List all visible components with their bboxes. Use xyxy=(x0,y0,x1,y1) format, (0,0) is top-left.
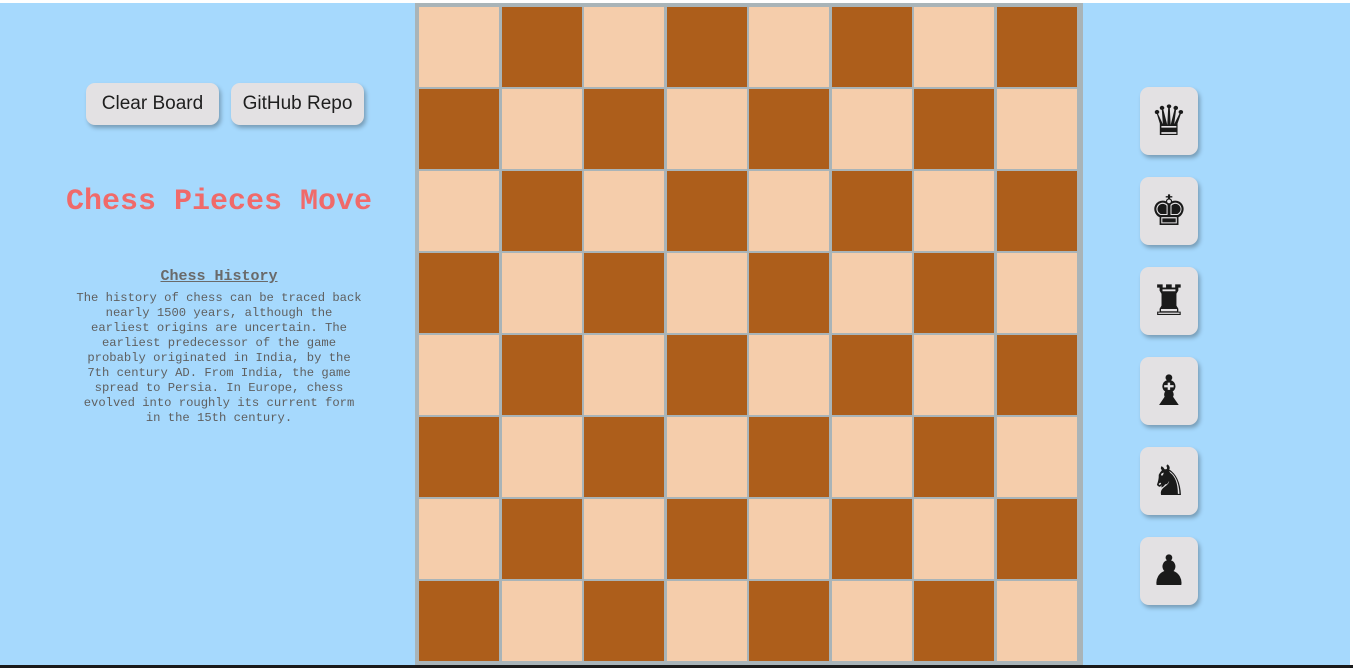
history-heading[interactable]: Chess History xyxy=(60,268,378,286)
board-square-r2-c6[interactable] xyxy=(832,89,912,169)
board-square-r1-c7[interactable] xyxy=(914,7,994,87)
board-square-r3-c7[interactable] xyxy=(914,171,994,251)
board-square-r7-c6[interactable] xyxy=(832,499,912,579)
board-square-r6-c1[interactable] xyxy=(419,417,499,497)
board-square-r3-c4[interactable] xyxy=(667,171,747,251)
board-square-r4-c1[interactable] xyxy=(419,253,499,333)
board-square-r1-c5[interactable] xyxy=(749,7,829,87)
board-square-r6-c2[interactable] xyxy=(502,417,582,497)
board-square-r2-c1[interactable] xyxy=(419,89,499,169)
board-square-r3-c3[interactable] xyxy=(584,171,664,251)
board-square-r5-c5[interactable] xyxy=(749,335,829,415)
page-title: Chess Pieces Move xyxy=(65,185,373,219)
pawn-icon: ♟ xyxy=(1150,546,1188,595)
board-square-r3-c6[interactable] xyxy=(832,171,912,251)
rook-icon: ♜ xyxy=(1150,276,1188,325)
rook-piece-button[interactable]: ♜ xyxy=(1140,267,1198,335)
board-square-r4-c2[interactable] xyxy=(502,253,582,333)
board-square-r8-c5[interactable] xyxy=(749,581,829,661)
board-square-r7-c5[interactable] xyxy=(749,499,829,579)
board-square-r8-c2[interactable] xyxy=(502,581,582,661)
board-square-r2-c4[interactable] xyxy=(667,89,747,169)
board-square-r7-c1[interactable] xyxy=(419,499,499,579)
board-square-r6-c5[interactable] xyxy=(749,417,829,497)
board-square-r6-c6[interactable] xyxy=(832,417,912,497)
board-square-r2-c5[interactable] xyxy=(749,89,829,169)
board-square-r5-c2[interactable] xyxy=(502,335,582,415)
pawn-piece-button[interactable]: ♟ xyxy=(1140,537,1198,605)
board-square-r5-c4[interactable] xyxy=(667,335,747,415)
board-square-r8-c6[interactable] xyxy=(832,581,912,661)
board-square-r6-c8[interactable] xyxy=(997,417,1077,497)
board-square-r7-c8[interactable] xyxy=(997,499,1077,579)
board-square-r8-c8[interactable] xyxy=(997,581,1077,661)
bishop-piece-button[interactable]: ♝ xyxy=(1140,357,1198,425)
board-square-r5-c7[interactable] xyxy=(914,335,994,415)
board-square-r8-c1[interactable] xyxy=(419,581,499,661)
board-square-r2-c7[interactable] xyxy=(914,89,994,169)
board-square-r5-c6[interactable] xyxy=(832,335,912,415)
board-square-r7-c2[interactable] xyxy=(502,499,582,579)
github-repo-button[interactable]: GitHub Repo xyxy=(231,83,364,125)
board-square-r3-c5[interactable] xyxy=(749,171,829,251)
history-text: The history of chess can be traced back … xyxy=(76,291,362,425)
board-square-r1-c2[interactable] xyxy=(502,7,582,87)
clear-board-button[interactable]: Clear Board xyxy=(86,83,219,125)
board-square-r4-c4[interactable] xyxy=(667,253,747,333)
board-square-r1-c6[interactable] xyxy=(832,7,912,87)
board-square-r7-c7[interactable] xyxy=(914,499,994,579)
board-square-r7-c4[interactable] xyxy=(667,499,747,579)
board-square-r4-c6[interactable] xyxy=(832,253,912,333)
bishop-icon: ♝ xyxy=(1150,366,1188,415)
board-square-r4-c3[interactable] xyxy=(584,253,664,333)
board-square-r2-c8[interactable] xyxy=(997,89,1077,169)
board-square-r1-c1[interactable] xyxy=(419,7,499,87)
board-square-r4-c5[interactable] xyxy=(749,253,829,333)
king-icon: ♚ xyxy=(1150,186,1188,235)
board-square-r1-c4[interactable] xyxy=(667,7,747,87)
knight-piece-button[interactable]: ♞ xyxy=(1140,447,1198,515)
board-square-r5-c1[interactable] xyxy=(419,335,499,415)
board-square-r3-c8[interactable] xyxy=(997,171,1077,251)
board-square-r4-c8[interactable] xyxy=(997,253,1077,333)
board-square-r6-c7[interactable] xyxy=(914,417,994,497)
board-square-r2-c2[interactable] xyxy=(502,89,582,169)
knight-icon: ♞ xyxy=(1150,456,1188,505)
board-square-r8-c3[interactable] xyxy=(584,581,664,661)
board-square-r1-c3[interactable] xyxy=(584,7,664,87)
board-square-r2-c3[interactable] xyxy=(584,89,664,169)
king-piece-button[interactable]: ♚ xyxy=(1140,177,1198,245)
board-square-r4-c7[interactable] xyxy=(914,253,994,333)
board-square-r3-c2[interactable] xyxy=(502,171,582,251)
board-square-r5-c3[interactable] xyxy=(584,335,664,415)
board-square-r8-c7[interactable] xyxy=(914,581,994,661)
queen-icon: ♛ xyxy=(1150,96,1188,145)
board-square-r8-c4[interactable] xyxy=(667,581,747,661)
chess-board[interactable] xyxy=(415,3,1083,665)
board-square-r7-c3[interactable] xyxy=(584,499,664,579)
board-square-r3-c1[interactable] xyxy=(419,171,499,251)
board-square-r6-c3[interactable] xyxy=(584,417,664,497)
queen-piece-button[interactable]: ♛ xyxy=(1140,87,1198,155)
board-square-r5-c8[interactable] xyxy=(997,335,1077,415)
board-square-r6-c4[interactable] xyxy=(667,417,747,497)
board-square-r1-c8[interactable] xyxy=(997,7,1077,87)
